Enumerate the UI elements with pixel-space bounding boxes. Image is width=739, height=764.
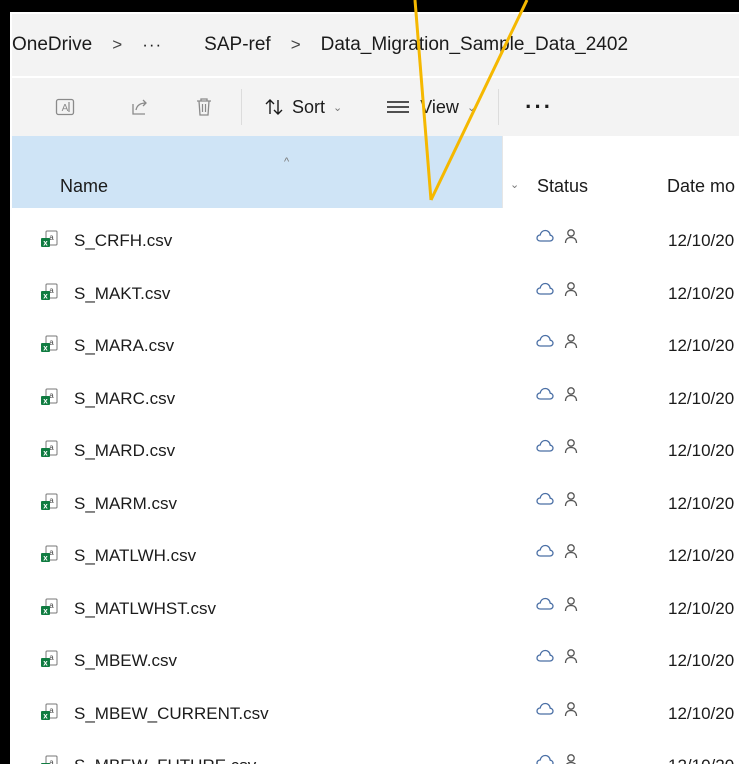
annotation-line — [429, 0, 529, 201]
annotation-line — [413, 0, 433, 201]
annotation-overlay — [413, 0, 529, 201]
file-explorer-window: OneDrive > ··· SAP-ref > Data_Migration_… — [0, 0, 739, 764]
